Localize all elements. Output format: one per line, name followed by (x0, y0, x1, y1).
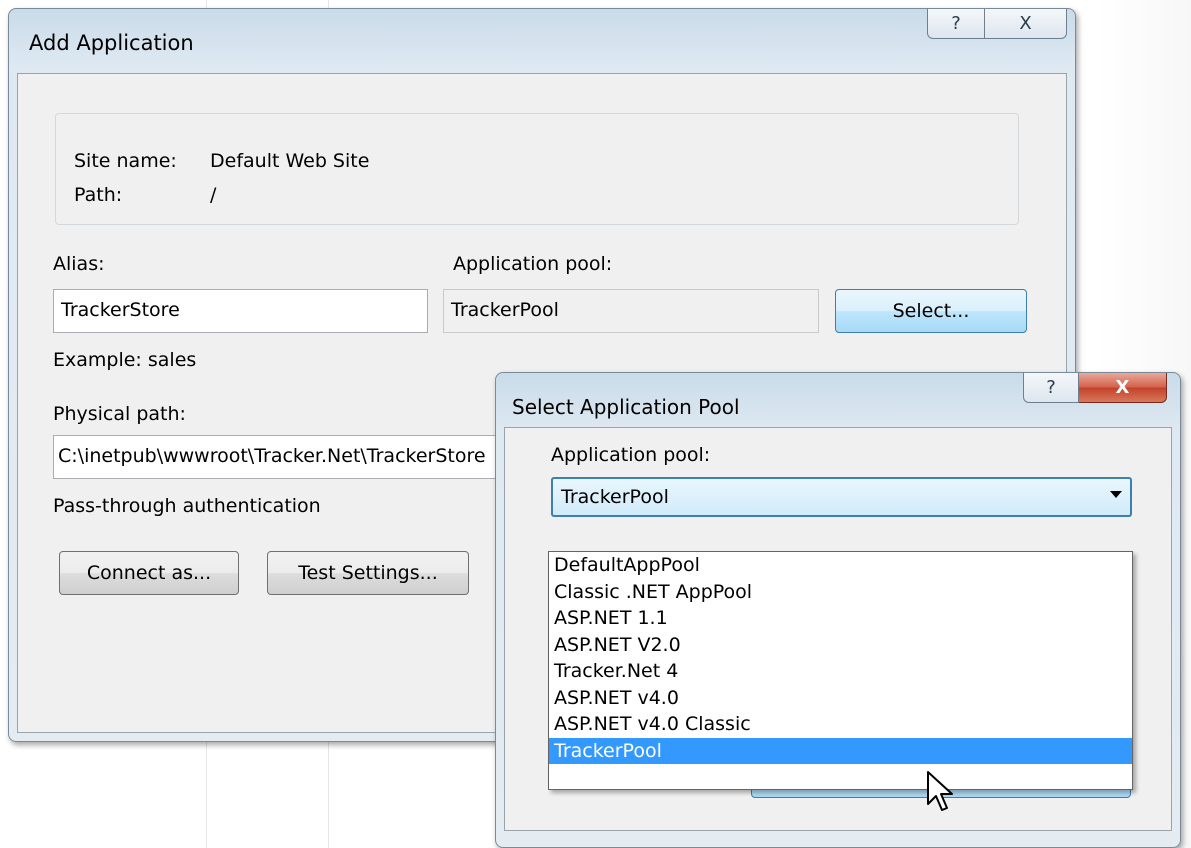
test-settings-button[interactable]: Test Settings... (267, 551, 469, 595)
application-pool-field: TrackerPool (443, 289, 819, 333)
connect-as-button[interactable]: Connect as... (59, 551, 239, 595)
pool-option-classic-net-apppool[interactable]: Classic .NET AppPool (549, 579, 1132, 606)
mouse-pointer-icon (927, 771, 953, 811)
pool-option-aspnet-v2-0[interactable]: ASP.NET V2.0 (549, 632, 1132, 659)
combobox-selected-value: TrackerPool (561, 486, 669, 508)
path-value: / (210, 184, 217, 206)
chevron-down-icon[interactable] (1110, 491, 1122, 498)
physical-path-input[interactable]: C:\inetpub\wwwroot\Tracker.Net\TrackerSt… (53, 435, 513, 479)
question-mark-icon: ? (951, 13, 961, 34)
application-pool-combobox[interactable]: TrackerPool (551, 477, 1132, 517)
alias-label: Alias: (53, 253, 105, 275)
close-button[interactable]: X (985, 9, 1067, 39)
help-button[interactable]: ? (1023, 373, 1079, 403)
alias-input[interactable]: TrackerStore (53, 289, 428, 333)
question-mark-icon: ? (1046, 377, 1056, 398)
help-button[interactable]: ? (927, 9, 985, 39)
pool-option-aspnet-v4-0[interactable]: ASP.NET v4.0 (549, 685, 1132, 712)
pass-through-auth-label: Pass-through authentication (53, 495, 321, 517)
close-x-icon: X (1115, 377, 1130, 398)
pool-option-defaultapppool[interactable]: DefaultAppPool (549, 552, 1132, 579)
application-pool-label: Application pool: (551, 444, 711, 466)
close-button[interactable]: X (1079, 373, 1167, 403)
dialog-title: Add Application (29, 31, 194, 55)
dialog-title: Select Application Pool (512, 395, 740, 419)
path-label: Path: (74, 184, 123, 206)
application-pool-label: Application pool: (453, 253, 613, 275)
site-info-group: Site name: Default Web Site Path: / (55, 113, 1019, 225)
pool-option-tracker-net-4[interactable]: Tracker.Net 4 (549, 658, 1132, 685)
alias-example: Example: sales (53, 349, 197, 371)
pool-option-aspnet-v4-0-classic[interactable]: ASP.NET v4.0 Classic (549, 711, 1132, 738)
close-x-icon: X (1019, 13, 1032, 34)
pool-option-aspnet-1-1[interactable]: ASP.NET 1.1 (549, 605, 1132, 632)
select-pool-button[interactable]: Select... (835, 289, 1027, 333)
pool-option-trackerpool[interactable]: TrackerPool (549, 737, 1132, 764)
site-name-label: Site name: (74, 150, 177, 172)
site-name-value: Default Web Site (210, 150, 370, 172)
application-pool-dropdown-list: DefaultAppPool Classic .NET AppPool ASP.… (548, 551, 1133, 790)
physical-path-label: Physical path: (53, 403, 186, 425)
